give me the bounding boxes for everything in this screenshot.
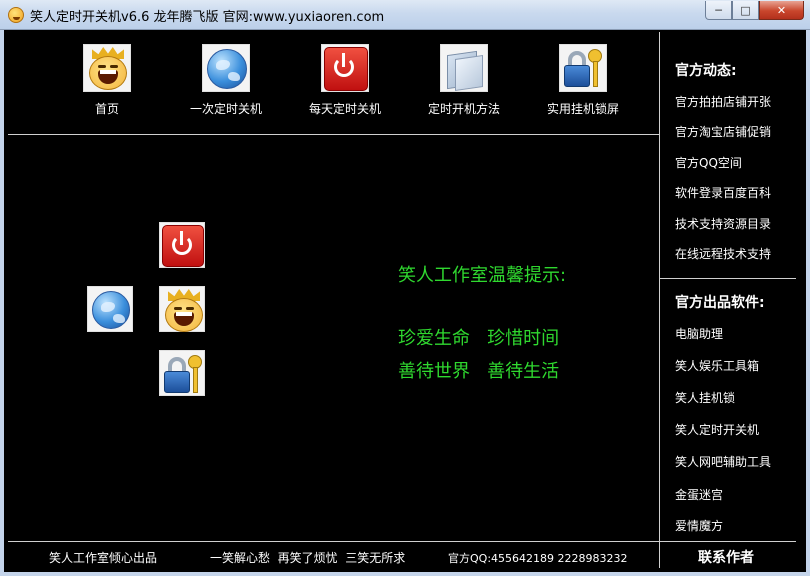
toolbar-item-startup-method[interactable]: 定时开机方法 <box>409 44 519 117</box>
window-controls: ─ □ ✕ <box>705 1 804 20</box>
toolbar-item-label: 一次定时关机 <box>189 102 262 116</box>
product-link-idle-lock[interactable]: 笑人挂机锁 <box>675 389 735 406</box>
toolbar-item-daily-shutdown[interactable]: 每天定时关机 <box>290 44 400 117</box>
toolbar-divider <box>8 134 659 135</box>
footer-motto: 一笑解心愁 再笑了烦忧 三笑无所求 <box>210 551 406 565</box>
sidebar-section-divider <box>660 278 796 279</box>
sidebar-link-taobao-store[interactable]: 官方淘宝店铺促销 <box>675 123 771 140</box>
toolbar-item-lock-screen[interactable]: 实用挂机锁屏 <box>528 44 638 117</box>
sidebar-link-support-resources[interactable]: 技术支持资源目录 <box>675 215 771 232</box>
toolbar-item-label: 实用挂机锁屏 <box>546 102 619 116</box>
toolbar-item-label: 每天定时关机 <box>308 102 381 116</box>
sidebar-link-baidu-baike[interactable]: 软件登录百度百科 <box>675 184 771 201</box>
lock-icon <box>559 44 607 92</box>
minimize-button[interactable]: ─ <box>705 1 732 20</box>
product-link-pc-assistant[interactable]: 电脑助理 <box>675 325 723 342</box>
footer-qq: 官方QQ:455642189 2228983232 <box>448 552 628 565</box>
window-title: 笑人定时开关机v6.6 龙年腾飞版 官网:www.yuxiaoren.com <box>30 10 385 25</box>
globe-icon <box>202 44 250 92</box>
toolbar-item-home[interactable]: 首页 <box>52 44 162 117</box>
sidebar-link-remote-support[interactable]: 在线远程技术支持 <box>675 245 771 262</box>
product-link-timer-shutdown[interactable]: 笑人定时开关机 <box>675 421 759 438</box>
app-icon[interactable] <box>8 7 24 23</box>
laughing-face-icon[interactable] <box>159 286 205 332</box>
close-button[interactable]: ✕ <box>759 1 804 20</box>
sidebar-divider <box>659 32 660 568</box>
product-link-netcafe-tool[interactable]: 笑人网吧辅助工具 <box>675 453 771 470</box>
sidebar-link-paipai-store[interactable]: 官方拍拍店铺开张 <box>675 93 771 110</box>
news-heading: 官方动态: <box>675 63 737 79</box>
product-link-toolbox[interactable]: 笑人娱乐工具箱 <box>675 357 759 374</box>
globe-icon[interactable] <box>87 286 133 332</box>
toolbar-item-label: 首页 <box>94 102 119 116</box>
maximize-button[interactable]: □ <box>732 1 759 20</box>
laughing-face-icon <box>83 44 131 92</box>
footer-divider <box>8 541 796 542</box>
power-icon[interactable] <box>159 222 205 268</box>
product-link-love-cube[interactable]: 爱情魔方 <box>675 517 723 534</box>
products-heading: 官方出品软件: <box>675 295 765 311</box>
tips-line-1: 珍爱生命 珍惜时间 <box>398 328 560 349</box>
toolbar-item-one-time-shutdown[interactable]: 一次定时关机 <box>171 44 281 117</box>
tips-line-2: 善待世界 善待生活 <box>398 361 560 382</box>
product-link-golden-egg-maze[interactable]: 金蛋迷宫 <box>675 486 723 503</box>
toolbar-item-label: 定时开机方法 <box>427 102 500 116</box>
tips-heading: 笑人工作室温馨提示: <box>398 265 567 286</box>
footer-studio: 笑人工作室倾心出品 <box>49 551 158 565</box>
power-icon <box>321 44 369 92</box>
lock-icon[interactable] <box>159 350 205 396</box>
sidebar-link-qq-space[interactable]: 官方QQ空间 <box>675 154 742 171</box>
contact-author-button[interactable]: 联系作者 <box>698 547 754 567</box>
title-bar[interactable]: 笑人定时开关机v6.6 龙年腾飞版 官网:www.yuxiaoren.com ─… <box>0 0 810 30</box>
folder-icon <box>440 44 488 92</box>
toolbar: 首页 一次定时关机 每天定时关机 定时开机方法 实用挂机锁屏 <box>8 32 658 134</box>
